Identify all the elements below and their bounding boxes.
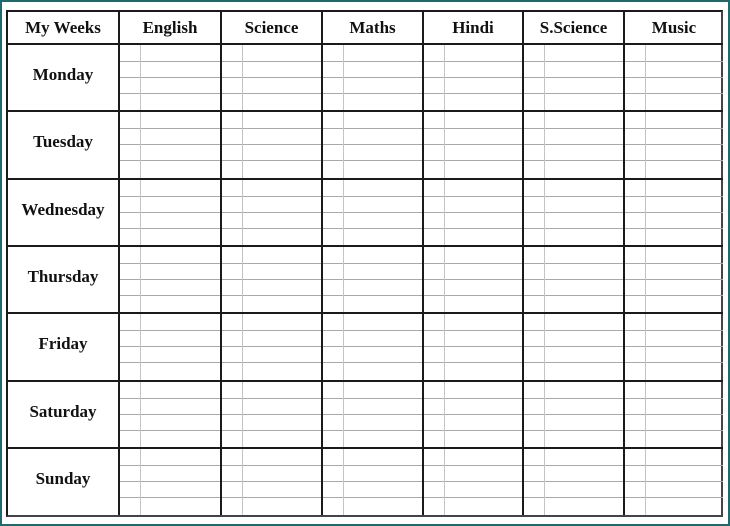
- timetable-slot[interactable]: [222, 180, 323, 247]
- timetable-slot[interactable]: [120, 382, 222, 449]
- timetable-slot[interactable]: [625, 382, 723, 449]
- day-label: Sunday: [35, 469, 91, 488]
- timetable-slot[interactable]: [524, 449, 625, 515]
- subject-header-hindi: Hindi: [424, 12, 524, 45]
- corner-label: My Weeks: [25, 17, 101, 37]
- subject-header-sscience: S.Science: [524, 12, 625, 45]
- timetable-slot[interactable]: [524, 45, 625, 112]
- subject-label: Science: [244, 17, 299, 37]
- timetable-slot[interactable]: [222, 247, 323, 314]
- timetable-slot[interactable]: [424, 449, 524, 515]
- timetable-slot[interactable]: [323, 314, 424, 382]
- timetable-slot[interactable]: [424, 382, 524, 449]
- day-label: Monday: [32, 64, 94, 84]
- day-label-cell-wednesday: Wednesday: [8, 180, 120, 247]
- subject-header-english: English: [120, 12, 222, 45]
- subject-label: Music: [651, 17, 697, 37]
- timetable-page: My Weeks English Science Maths Hindi S.Scienc…: [2, 2, 728, 524]
- timetable-slot[interactable]: [323, 382, 424, 449]
- timetable-slot[interactable]: [625, 314, 723, 382]
- timetable-slot[interactable]: [424, 314, 524, 382]
- timetable-slot[interactable]: [424, 45, 524, 112]
- day-label: Wednesday: [21, 199, 105, 219]
- day-label: Friday: [38, 334, 88, 353]
- timetable-slot[interactable]: [222, 314, 323, 382]
- timetable-slot[interactable]: [625, 180, 723, 247]
- timetable-slot[interactable]: [424, 247, 524, 314]
- timetable-slot[interactable]: [323, 247, 424, 314]
- day-label-cell-thursday: Thursday: [8, 247, 120, 314]
- timetable-slot[interactable]: [120, 314, 222, 382]
- subject-label: English: [142, 17, 198, 37]
- subject-label: Maths: [349, 17, 396, 37]
- day-label: Tuesday: [33, 132, 93, 151]
- timetable-slot[interactable]: [625, 247, 723, 314]
- subject-header-science: Science: [222, 12, 323, 45]
- subject-label: S.Science: [539, 17, 608, 37]
- subject-label: Hindi: [452, 17, 494, 37]
- subject-header-music: Music: [625, 12, 723, 45]
- timetable-slot[interactable]: [120, 112, 222, 180]
- day-label: Saturday: [29, 401, 97, 421]
- timetable-slot[interactable]: [524, 314, 625, 382]
- timetable-slot[interactable]: [120, 247, 222, 314]
- timetable-slot[interactable]: [120, 449, 222, 515]
- timetable-slot[interactable]: [524, 112, 625, 180]
- day-label-cell-tuesday: Tuesday: [8, 112, 120, 180]
- timetable-slot[interactable]: [323, 449, 424, 515]
- weekly-timetable-grid: My Weeks English Science Maths Hindi S.Scienc…: [6, 10, 723, 517]
- timetable-slot[interactable]: [222, 112, 323, 180]
- timetable-slot[interactable]: [222, 382, 323, 449]
- timetable-slot[interactable]: [625, 449, 723, 515]
- timetable-slot[interactable]: [524, 382, 625, 449]
- timetable-slot[interactable]: [323, 112, 424, 180]
- timetable-slot[interactable]: [625, 112, 723, 180]
- timetable-slot[interactable]: [524, 180, 625, 247]
- subject-header-maths: Maths: [323, 12, 424, 45]
- timetable-slot[interactable]: [120, 180, 222, 247]
- timetable-slot[interactable]: [424, 112, 524, 180]
- day-label-cell-friday: Friday: [8, 314, 120, 382]
- day-label: Thursday: [27, 266, 99, 286]
- day-label-cell-saturday: Saturday: [8, 382, 120, 449]
- day-label-cell-monday: Monday: [8, 45, 120, 112]
- timetable-slot[interactable]: [323, 180, 424, 247]
- timetable-slot[interactable]: [222, 449, 323, 515]
- timetable-slot[interactable]: [120, 45, 222, 112]
- timetable-slot[interactable]: [625, 45, 723, 112]
- day-label-cell-sunday: Sunday: [8, 449, 120, 515]
- header-corner-cell: My Weeks: [8, 12, 120, 45]
- timetable-slot[interactable]: [424, 180, 524, 247]
- timetable-slot[interactable]: [222, 45, 323, 112]
- timetable-slot[interactable]: [524, 247, 625, 314]
- timetable-slot[interactable]: [323, 45, 424, 112]
